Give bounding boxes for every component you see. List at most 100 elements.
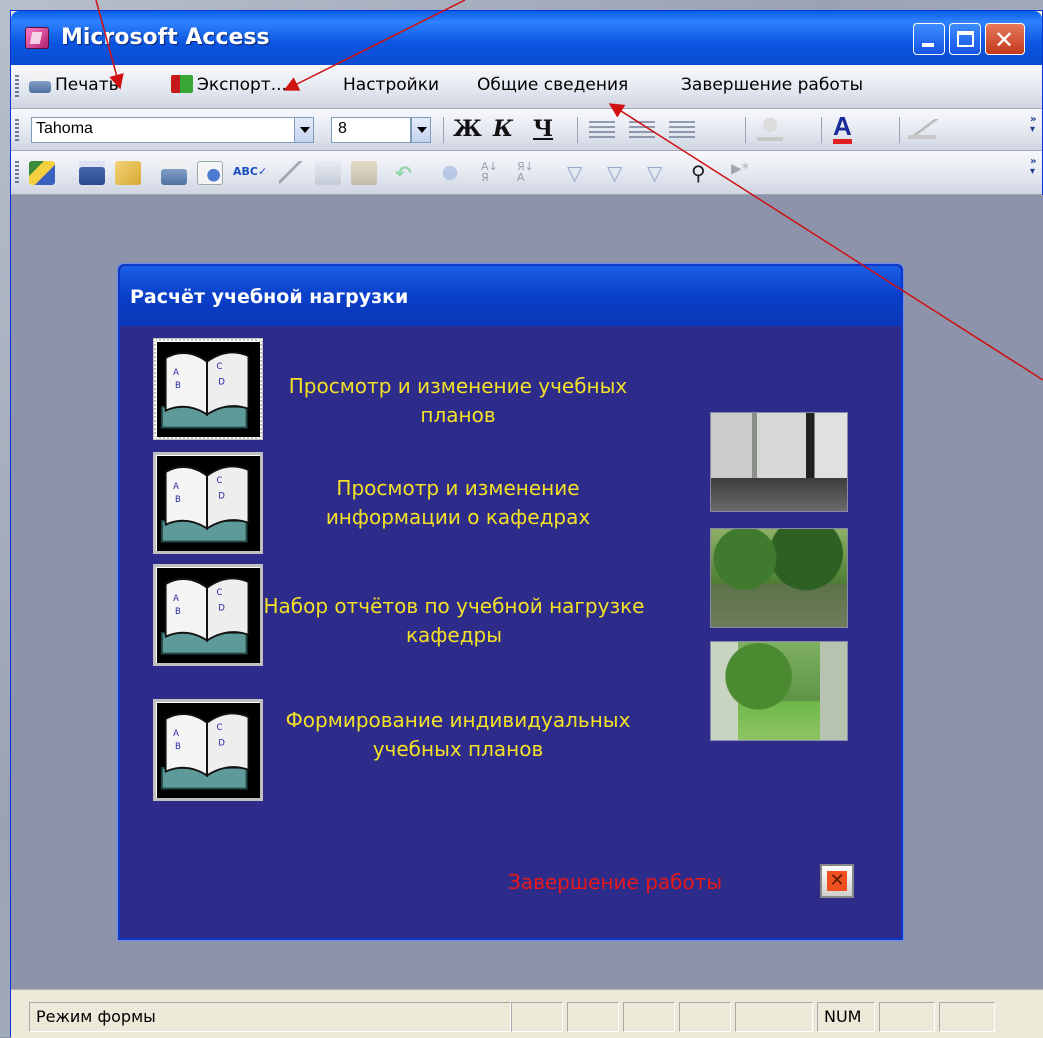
- menu-settings[interactable]: Настройки: [343, 75, 439, 101]
- book-icon: AB CD: [160, 351, 250, 429]
- undo-icon[interactable]: ↶: [395, 161, 421, 185]
- exit-button[interactable]: ✕: [820, 864, 854, 898]
- toolbar-grip[interactable]: [15, 119, 19, 143]
- svg-text:A: A: [173, 728, 179, 738]
- svg-text:B: B: [175, 741, 181, 751]
- open-departments-button[interactable]: AB CD: [153, 452, 263, 554]
- print-icon[interactable]: [161, 161, 187, 185]
- status-cell: [735, 1002, 813, 1032]
- printer-icon: [29, 75, 51, 93]
- status-cell: [511, 1002, 563, 1032]
- building-photo: [710, 412, 848, 512]
- open-individual-plans-button[interactable]: AB CD: [153, 699, 263, 801]
- underline-button[interactable]: Ч: [533, 116, 553, 142]
- svg-text:B: B: [175, 606, 181, 616]
- status-num-lock: NUM: [817, 1002, 875, 1032]
- access-app-icon: [25, 27, 49, 49]
- svg-text:B: B: [175, 380, 181, 390]
- svg-text:D: D: [218, 602, 225, 612]
- svg-text:D: D: [218, 490, 225, 500]
- status-cell: [939, 1002, 995, 1032]
- toolbar-grip[interactable]: [15, 75, 19, 99]
- apply-filter-icon[interactable]: ▽: [647, 161, 673, 185]
- toolbar-separator: [443, 117, 444, 143]
- line-color-icon[interactable]: [907, 119, 943, 139]
- copy-icon[interactable]: [315, 161, 341, 185]
- open-reports-button[interactable]: AB CD: [153, 564, 263, 666]
- close-icon: ✕: [994, 26, 1015, 54]
- menu-exit[interactable]: Завершение работы: [681, 75, 863, 101]
- svg-text:A: A: [173, 367, 179, 377]
- svg-text:C: C: [216, 722, 222, 732]
- courtyard-photo: [710, 641, 848, 741]
- toolbar-options-icon[interactable]: » ▾: [1030, 157, 1038, 187]
- svg-text:A: A: [173, 481, 179, 491]
- spelling-icon[interactable]: ABC✓: [233, 161, 267, 185]
- align-right-icon[interactable]: [669, 121, 695, 139]
- menu-general-info[interactable]: Общие сведения: [477, 75, 628, 101]
- book-icon: AB CD: [160, 465, 250, 543]
- filter-by-selection-icon[interactable]: ▽: [567, 161, 593, 185]
- status-cell: [679, 1002, 731, 1032]
- font-size-select[interactable]: 8: [331, 117, 411, 143]
- svg-text:C: C: [216, 361, 222, 371]
- menu-print[interactable]: Печать: [29, 75, 119, 101]
- formatting-toolbar: Tahoma 8 Ж К Ч A » ▾: [11, 109, 1042, 151]
- maximize-button[interactable]: [949, 23, 981, 55]
- status-cell: [879, 1002, 935, 1032]
- form-title-bar[interactable]: Расчёт учебной нагрузки: [120, 266, 901, 326]
- command-label-study-plans: Просмотр и изменение учебных планов: [288, 374, 628, 427]
- hyperlink-icon[interactable]: [437, 161, 463, 185]
- cut-icon[interactable]: [279, 161, 305, 185]
- status-cell: [623, 1002, 675, 1032]
- toolbar-separator: [899, 117, 900, 143]
- filter-by-form-icon[interactable]: ▽: [607, 161, 633, 185]
- font-color-icon[interactable]: A: [833, 113, 852, 144]
- status-cell: [567, 1002, 619, 1032]
- save-icon[interactable]: [79, 161, 105, 185]
- bold-button[interactable]: Ж: [453, 116, 482, 142]
- park-photo: [710, 528, 848, 628]
- toolbar-grip[interactable]: [15, 161, 19, 185]
- menu-export[interactable]: Экспорт...: [171, 75, 287, 101]
- maximize-icon: [957, 31, 974, 47]
- toolbar-separator: [577, 117, 578, 143]
- font-dropdown-button[interactable]: [294, 117, 314, 143]
- search-file-icon[interactable]: [115, 161, 141, 185]
- align-left-icon[interactable]: [589, 121, 615, 139]
- status-bar: Режим формы NUM: [11, 989, 1043, 1038]
- menu-bar: Печать Экспорт... Настройки Общие сведен…: [11, 65, 1042, 109]
- exit-label: Завершение работы: [508, 870, 723, 894]
- fill-color-icon[interactable]: [757, 117, 783, 141]
- chevron-down-icon: [300, 127, 310, 133]
- font-size-dropdown-button[interactable]: [411, 117, 431, 143]
- paste-icon[interactable]: [351, 161, 377, 185]
- switchboard-form: Расчёт учебной нагрузки ABCD ABCD ABCD A…: [118, 264, 903, 940]
- chevron-down-icon: [417, 127, 427, 133]
- minimize-button[interactable]: [913, 23, 945, 55]
- new-record-icon[interactable]: ▶*: [731, 161, 757, 185]
- minimize-icon: [922, 43, 934, 47]
- menu-print-label: Печать: [55, 75, 119, 95]
- open-study-plans-button[interactable]: AB CD: [153, 338, 263, 440]
- book-icon: AB CD: [160, 577, 250, 655]
- italic-button[interactable]: К: [493, 116, 513, 142]
- svg-text:A: A: [173, 593, 179, 603]
- window-title: Microsoft Access: [61, 25, 270, 50]
- book-icon: AB CD: [160, 712, 250, 790]
- print-preview-icon[interactable]: [197, 161, 223, 185]
- sort-descending-icon[interactable]: Я↓ A: [517, 161, 543, 185]
- view-icon[interactable]: [29, 161, 55, 185]
- command-label-individual-plans: Формирование индивидуальных учебных план…: [285, 708, 631, 761]
- svg-text:C: C: [216, 475, 222, 485]
- close-window-button[interactable]: ✕: [985, 23, 1025, 55]
- font-name-select[interactable]: Tahoma: [31, 117, 309, 143]
- menu-export-label: Экспорт...: [197, 75, 287, 95]
- sort-ascending-icon[interactable]: A↓ Я: [481, 161, 507, 185]
- command-label-departments: Просмотр и изменение информации о кафедр…: [325, 476, 591, 529]
- find-icon[interactable]: ⚲: [691, 161, 717, 185]
- toolbar-separator: [821, 117, 822, 143]
- toolbar-options-icon[interactable]: » ▾: [1030, 115, 1038, 145]
- title-bar[interactable]: Microsoft Access ✕: [11, 11, 1042, 65]
- align-center-icon[interactable]: [629, 121, 655, 139]
